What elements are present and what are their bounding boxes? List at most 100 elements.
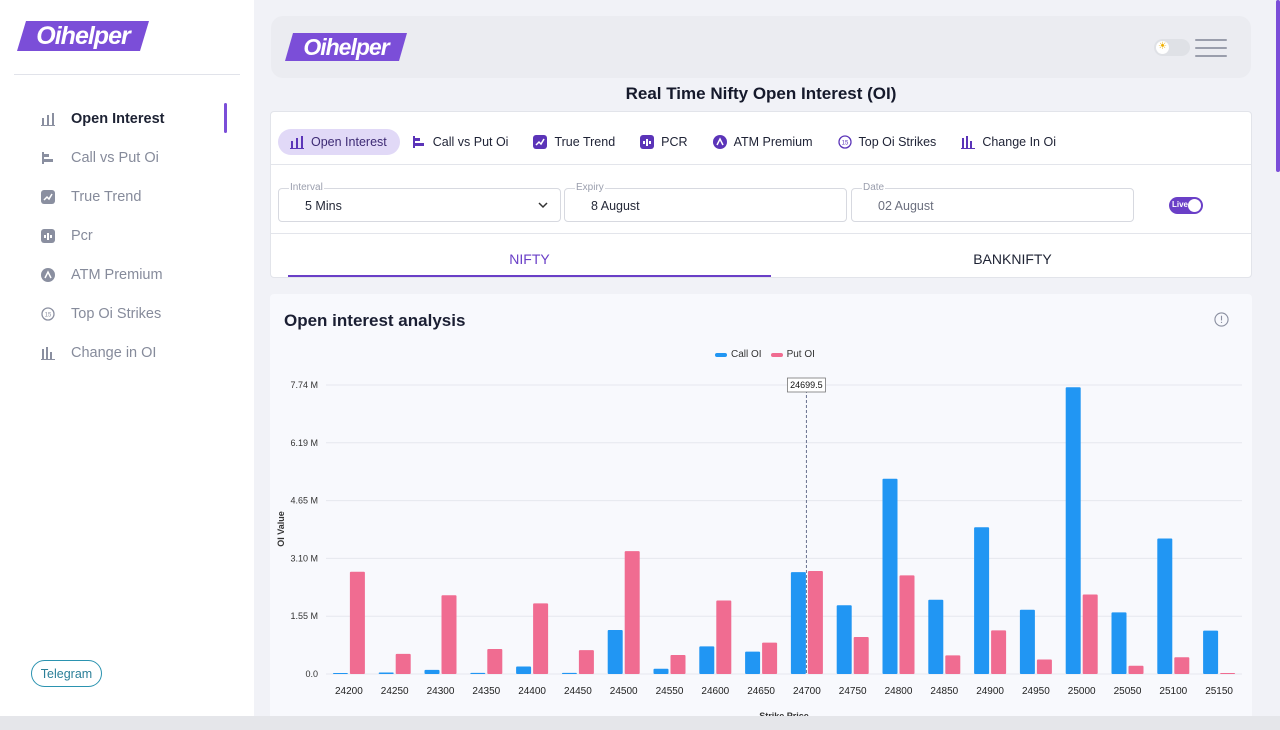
put-oi-bar: [762, 642, 778, 674]
call-oi-bar: [699, 646, 715, 674]
call-oi-bar: [607, 629, 623, 674]
x-tick-label: 24350: [472, 686, 500, 697]
sidebar-item-label: Pcr: [71, 227, 93, 244]
sidebar-nav: Open Interest Call vs Put Oi True Trend …: [0, 99, 254, 372]
tab-label: True Trend: [554, 135, 616, 149]
x-tick-label: 24950: [1022, 686, 1050, 697]
call-oi-bar: [836, 605, 852, 674]
crosshair-label: 24699.5: [790, 380, 823, 390]
call-oi-bar: [790, 572, 806, 674]
live-toggle[interactable]: Live: [1169, 197, 1203, 214]
sidebar-item-label: ATM Premium: [71, 266, 163, 283]
scrollbar[interactable]: [1276, 0, 1280, 172]
live-label: Live: [1172, 200, 1189, 209]
sidebar-item-atm-premium[interactable]: ATM Premium: [0, 255, 254, 294]
put-oi-bar: [395, 653, 411, 674]
put-oi-bar: [716, 600, 732, 674]
page-title: Real Time Nifty Open Interest (OI): [625, 84, 897, 103]
put-oi-bar: [624, 551, 640, 674]
tab-open-interest[interactable]: Open Interest: [278, 129, 400, 155]
svg-text:15: 15: [841, 141, 848, 147]
x-tick-label: 24850: [930, 686, 958, 697]
tab-top-oi-strikes[interactable]: 15 Top Oi Strikes: [826, 129, 950, 155]
tab-pcr[interactable]: PCR: [628, 129, 700, 155]
put-oi-bar: [487, 648, 503, 674]
tab-true-trend[interactable]: True Trend: [521, 129, 628, 155]
svg-text:15: 15: [45, 312, 52, 318]
sidebar-item-pcr[interactable]: Pcr: [0, 216, 254, 255]
sidebar-item-true-trend[interactable]: True Trend: [0, 177, 254, 216]
tab-banknifty[interactable]: BANKNIFTY: [771, 242, 1254, 277]
trend-icon: [533, 135, 548, 149]
divider: [271, 164, 1251, 165]
expiry-field[interactable]: Expiry 8 August: [564, 182, 847, 222]
put-oi-bar: [578, 650, 594, 674]
theme-toggle[interactable]: ☀: [1154, 39, 1190, 56]
sidebar-item-call-vs-put[interactable]: Call vs Put Oi: [0, 138, 254, 177]
put-oi-bar: [1128, 665, 1144, 674]
sidebar-item-label: Open Interest: [71, 110, 165, 127]
y-tick-label: 1.55 M: [290, 611, 318, 621]
tab-label: ATM Premium: [733, 135, 813, 149]
call-oi-bar: [1019, 609, 1035, 674]
call-oi-bar: [378, 672, 394, 674]
x-tick-label: 24400: [518, 686, 546, 697]
tab-label: Top Oi Strikes: [858, 135, 937, 149]
x-tick-label: 24550: [656, 686, 684, 697]
atm-icon: [40, 267, 56, 283]
interval-select[interactable]: Interval 5 Mins: [278, 182, 561, 222]
y-tick-label: 7.74 M: [290, 380, 318, 390]
analysis-card: Open interest analysis Call OI Put OI 0.…: [270, 294, 1252, 730]
y-tick-label: 4.65 M: [290, 496, 318, 506]
x-tick-label: 24750: [839, 686, 867, 697]
put-oi-bar: [1220, 673, 1236, 674]
controls-card: Open Interest Call vs Put Oi True Trend …: [270, 111, 1252, 278]
divider: [271, 233, 1251, 234]
telegram-button[interactable]: Telegram: [31, 660, 102, 687]
bar-chart-icon: [40, 111, 56, 127]
x-tick-label: 24700: [793, 686, 821, 697]
sidebar-item-change-in-oi[interactable]: Change in OI: [0, 333, 254, 372]
date-field[interactable]: Date 02 August: [851, 182, 1134, 222]
tab-label: Change In Oi: [982, 135, 1056, 149]
brand-logo[interactable]: Oihelper: [16, 20, 150, 52]
call-oi-bar: [1111, 612, 1127, 674]
tab-nifty[interactable]: NIFTY: [288, 242, 771, 277]
header-logo-text: Oihelper: [303, 33, 389, 60]
put-oi-bar: [945, 655, 961, 674]
tab-label: Open Interest: [311, 135, 387, 149]
tab-call-vs-put[interactable]: Call vs Put Oi: [400, 129, 522, 155]
header-logo[interactable]: Oihelper: [284, 32, 408, 62]
call-oi-bar: [1203, 630, 1219, 674]
top-strikes-icon: 15: [837, 135, 852, 149]
change-oi-icon: [40, 345, 56, 361]
top-header: Oihelper ☀: [271, 16, 1251, 78]
sidebar-item-open-interest[interactable]: Open Interest: [0, 99, 254, 138]
put-oi-bar: [1036, 659, 1052, 674]
put-oi-bar: [991, 630, 1007, 674]
call-oi-bar: [653, 668, 669, 674]
top-strikes-icon: 15: [40, 306, 56, 322]
date-label: Date: [862, 182, 886, 193]
horizontal-bar-icon: [412, 135, 426, 149]
bottom-bar: [0, 716, 1280, 730]
call-oi-bar: [470, 672, 486, 674]
tab-atm-premium[interactable]: ATM Premium: [701, 129, 826, 155]
put-oi-bar: [441, 595, 457, 674]
put-oi-bar: [349, 571, 365, 674]
active-indicator: [224, 103, 227, 133]
sidebar-divider: [14, 74, 240, 75]
put-oi-bar: [670, 654, 686, 674]
y-tick-label: 3.10 M: [290, 553, 318, 563]
x-tick-label: 24900: [976, 686, 1004, 697]
put-oi-bar: [533, 603, 549, 674]
tab-change-in-oi[interactable]: Change In Oi: [949, 129, 1069, 155]
sidebar-item-top-oi-strikes[interactable]: 15 Top Oi Strikes: [0, 294, 254, 333]
call-oi-bar: [745, 651, 761, 674]
trend-icon: [40, 189, 56, 205]
interval-label: Interval: [289, 182, 324, 193]
x-tick-label: 25150: [1205, 686, 1233, 697]
call-oi-bar: [1157, 538, 1173, 674]
toggle-knob: [1188, 199, 1201, 212]
hamburger-icon[interactable]: [1195, 37, 1229, 59]
